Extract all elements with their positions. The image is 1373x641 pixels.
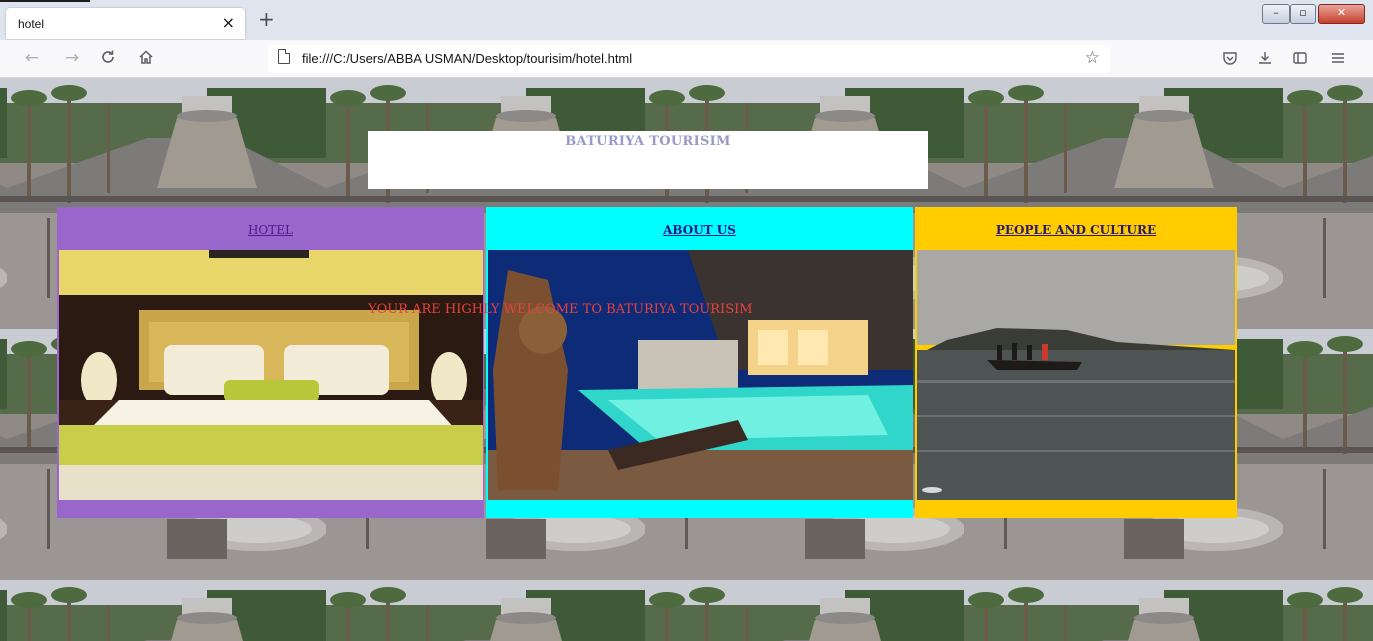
maximize-window-button[interactable]: ▫ [1290,4,1316,24]
hotel-bedroom-photo [59,250,483,500]
bookmark-star-icon[interactable]: ☆ [1085,48,1100,68]
site-title: BATURIYA TOURISIM [565,134,731,149]
navigation-toolbar: ← → file:///C:/Users/ABBA USMAN/Desktop/… [0,40,1373,78]
url-text[interactable]: file:///C:/Users/ABBA USMAN/Desktop/tour… [302,51,632,66]
tab-strip-accent [0,0,90,2]
new-tab-button[interactable]: + [258,9,275,29]
about-us-panel: ABOUT US [486,207,913,518]
page-icon [278,49,290,64]
reload-icon[interactable] [98,48,118,68]
page-viewport: BATURIYA TOURISIM HOTEL ABOUT US PEOPLE … [0,78,1373,641]
welcome-message: YOUR ARE HIGHLY WELCOME TO BATURIYA TOUR… [368,302,753,317]
canoe-lake-photo [917,250,1235,500]
minimize-window-button[interactable]: – [1262,4,1290,24]
about-us-link[interactable]: ABOUT US [486,223,913,237]
home-icon[interactable] [136,48,156,68]
tab-title: hotel [18,17,45,31]
download-icon[interactable] [1255,50,1275,70]
close-tab-icon[interactable]: × [222,13,235,32]
tab-strip: hotel × + – ▫ ✕ [0,0,1373,40]
close-window-button[interactable]: ✕ [1318,4,1365,24]
site-header: BATURIYA TOURISIM [368,131,928,189]
sidebar-icon[interactable] [1290,50,1310,70]
back-arrow-icon[interactable]: ← [22,48,42,68]
menu-icon[interactable] [1328,50,1348,70]
pocket-icon[interactable] [1220,50,1240,70]
forward-arrow-icon[interactable]: → [62,48,82,68]
hotel-panel: HOTEL [57,207,484,518]
address-bar[interactable]: file:///C:/Users/ABBA USMAN/Desktop/tour… [268,45,1110,73]
hotel-link[interactable]: HOTEL [57,223,484,237]
people-and-culture-panel: PEOPLE AND CULTURE [915,207,1237,518]
hotel-pool-photo [488,250,913,500]
tab-hotel[interactable]: hotel × [6,8,245,39]
people-and-culture-link[interactable]: PEOPLE AND CULTURE [915,223,1237,237]
